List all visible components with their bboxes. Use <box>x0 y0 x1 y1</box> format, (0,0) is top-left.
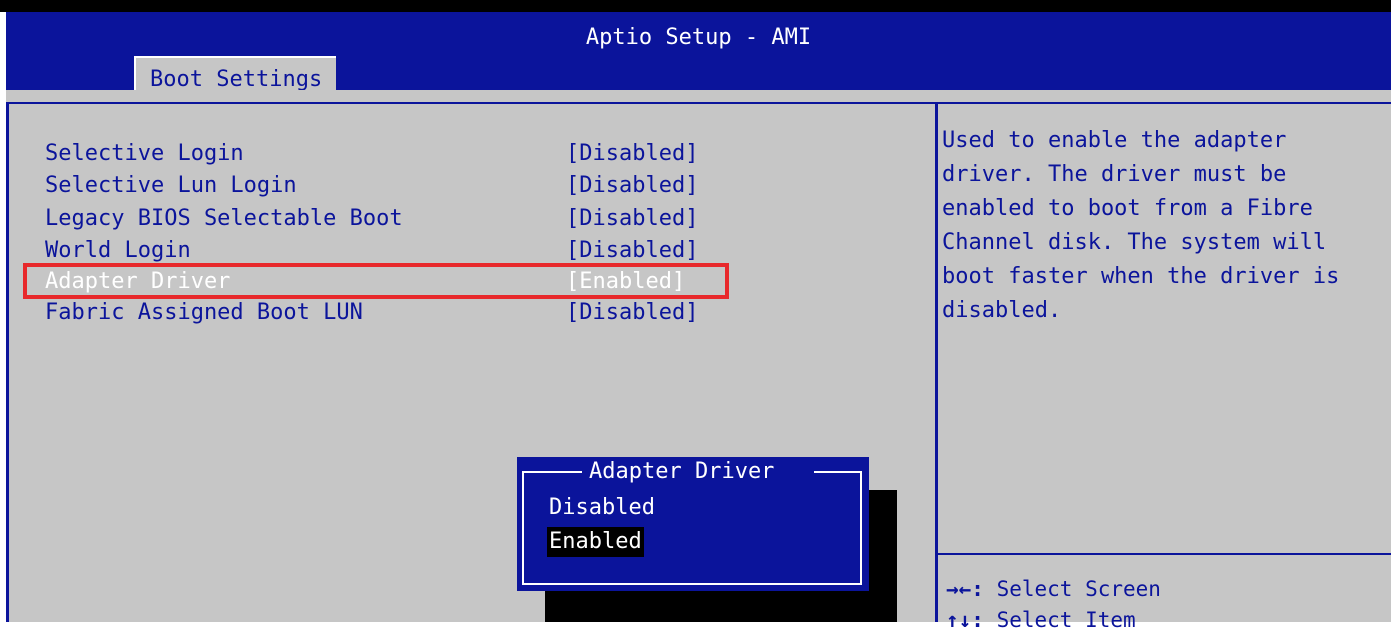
setting-label: Selective Lun Login <box>45 173 297 198</box>
setting-row-fabric-assigned-boot-lun[interactable]: Fabric Assigned Boot LUN [Disabled] <box>9 297 941 329</box>
key-hint-label: Select Screen <box>983 577 1161 601</box>
popup-option-disabled[interactable]: Disabled <box>547 493 657 523</box>
setting-value: [Disabled] <box>566 173 699 198</box>
bios-header: Aptio Setup - AMI Boot Settings <box>6 12 1391 100</box>
popup-frame-top-right <box>814 471 862 473</box>
setting-label: Selective Login <box>45 141 244 166</box>
header-gap <box>6 90 1391 102</box>
setting-value: [Disabled] <box>566 300 699 325</box>
popup-option-enabled[interactable]: Enabled <box>547 527 644 557</box>
popup-frame-top-left <box>522 471 582 473</box>
setting-row-legacy-bios-selectable-boot[interactable]: Legacy BIOS Selectable Boot [Disabled] <box>9 203 941 235</box>
setting-label: Fabric Assigned Boot LUN <box>45 300 363 325</box>
setting-row-selective-lun-login[interactable]: Selective Lun Login [Disabled] <box>9 170 941 202</box>
help-panel: Used to enable the adapter driver. The d… <box>938 102 1391 632</box>
setting-value: [Disabled] <box>566 206 699 231</box>
app-title: Aptio Setup - AMI <box>585 25 812 50</box>
arrows-up-down-icon: ↑↓: <box>946 608 984 632</box>
key-hint-label: Select Item <box>983 608 1136 632</box>
top-black-strip <box>0 0 1391 12</box>
arrows-left-right-icon: →←: <box>946 577 984 601</box>
setting-row-selective-login[interactable]: Selective Login [Disabled] <box>9 138 941 170</box>
help-divider <box>938 553 1391 555</box>
key-hint-select-item: ↑↓: Select Item <box>946 605 1136 635</box>
key-hint-select-screen: →←: Select Screen <box>946 574 1161 604</box>
adapter-driver-popup: Adapter Driver Disabled Enabled <box>517 457 869 591</box>
popup-title: Adapter Driver <box>589 459 775 484</box>
selection-highlight-frame <box>23 263 729 299</box>
setting-value: [Disabled] <box>566 141 699 166</box>
setting-label: Legacy BIOS Selectable Boot <box>45 206 403 231</box>
help-text: Used to enable the adapter driver. The d… <box>942 128 1340 323</box>
